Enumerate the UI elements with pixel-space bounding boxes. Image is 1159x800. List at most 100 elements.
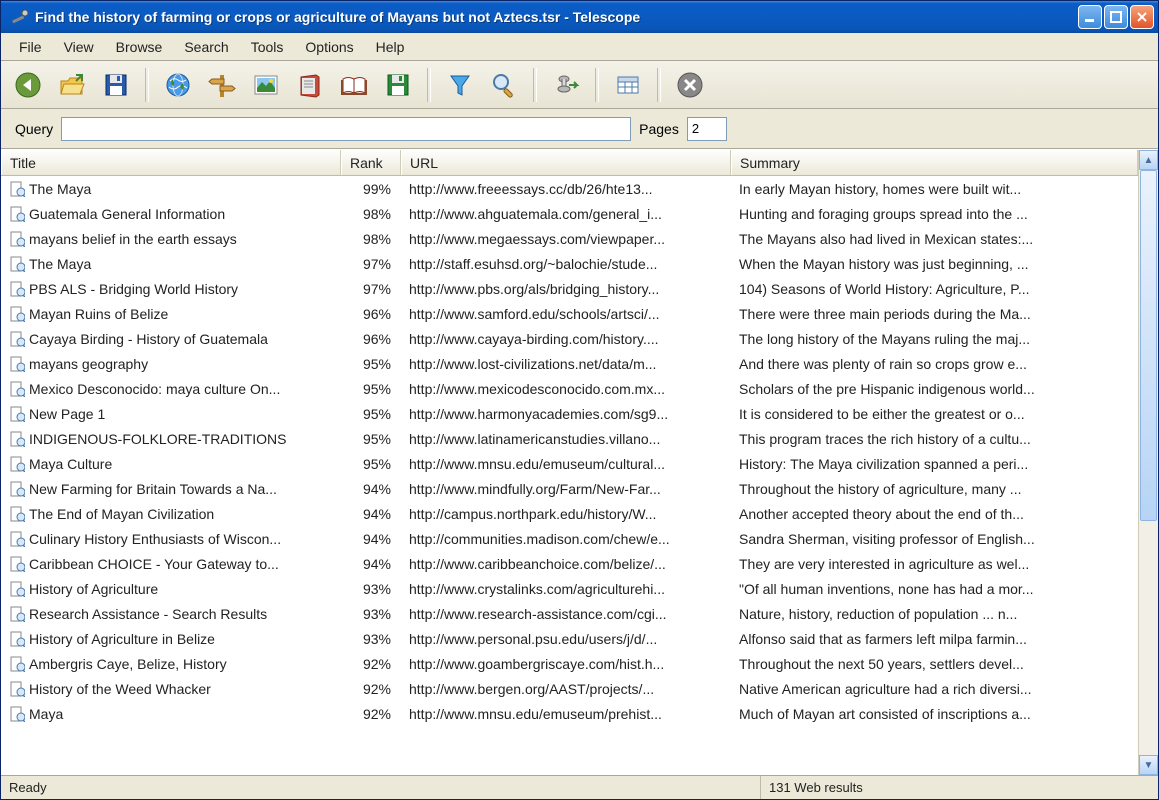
result-row[interactable]: PBS ALS - Bridging World History97%http:… (1, 276, 1138, 301)
pin-icon[interactable] (549, 68, 583, 102)
result-url: http://www.mnsu.edu/emuseum/prehist... (401, 706, 731, 722)
page-icon (9, 206, 25, 222)
result-rank: 93% (341, 606, 401, 622)
result-rank: 95% (341, 406, 401, 422)
scroll-up-button[interactable]: ▲ (1139, 150, 1158, 170)
result-row[interactable]: mayans belief in the earth essays98%http… (1, 226, 1138, 251)
result-title: Caribbean CHOICE - Your Gateway to... (29, 556, 279, 572)
page-icon (9, 256, 25, 272)
page-icon (9, 456, 25, 472)
result-row[interactable]: History of Agriculture in Belize93%http:… (1, 626, 1138, 651)
save-green-icon[interactable] (381, 68, 415, 102)
result-row[interactable]: New Page 1 95%http://www.harmonyacademies… (1, 401, 1138, 426)
result-url: http://www.mnsu.edu/emuseum/cultural... (401, 456, 731, 472)
result-row[interactable]: History of Agriculture93%http://www.crys… (1, 576, 1138, 601)
result-row[interactable]: Mayan Ruins of Belize 96%http://www.samfo… (1, 301, 1138, 326)
maximize-button[interactable] (1104, 5, 1128, 29)
result-row[interactable]: The End of Mayan Civilization94%http://c… (1, 501, 1138, 526)
result-rank: 98% (341, 231, 401, 247)
page-icon (9, 606, 25, 622)
column-rank[interactable]: Rank (341, 150, 401, 175)
result-summary: Nature, history, reduction of population… (731, 606, 1138, 622)
result-row[interactable]: The Maya99%http://www.freeessays.cc/db/2… (1, 176, 1138, 201)
result-url: http://www.cayaya-birding.com/history...… (401, 331, 731, 347)
menu-view[interactable]: View (54, 36, 104, 58)
open-icon[interactable] (55, 68, 89, 102)
result-row[interactable]: Cayaya Birding - History of Guatemala96%… (1, 326, 1138, 351)
magnifier-icon[interactable] (487, 68, 521, 102)
result-title: Ambergris Caye, Belize, History (29, 656, 227, 672)
result-url: http://www.caribbeanchoice.com/belize/..… (401, 556, 731, 572)
result-title: New Page 1 (29, 406, 105, 422)
result-title: Mayan Ruins of Belize (29, 306, 168, 322)
funnel-icon[interactable] (443, 68, 477, 102)
result-row[interactable]: The Maya97%http://staff.esuhsd.org/~balo… (1, 251, 1138, 276)
save-icon[interactable] (99, 68, 133, 102)
result-row[interactable]: Guatemala General Information98%http://w… (1, 201, 1138, 226)
result-row[interactable]: mayans geography95%http://www.lost-civil… (1, 351, 1138, 376)
vertical-scrollbar[interactable]: ▲ ▼ (1138, 150, 1158, 775)
stop-icon[interactable] (673, 68, 707, 102)
menu-options[interactable]: Options (295, 36, 363, 58)
result-rank: 94% (341, 481, 401, 497)
column-url[interactable]: URL (401, 150, 731, 175)
page-icon (9, 231, 25, 247)
result-url: http://www.crystalinks.com/agriculturehi… (401, 581, 731, 597)
result-title: Mexico Desconocido: maya culture On... (29, 381, 280, 397)
result-row[interactable]: Maya92%http://www.mnsu.edu/emuseum/prehi… (1, 701, 1138, 726)
result-row[interactable]: Caribbean CHOICE - Your Gateway to... 94%… (1, 551, 1138, 576)
result-row[interactable]: Ambergris Caye, Belize, History92%http:/… (1, 651, 1138, 676)
result-title: Maya Culture (29, 456, 112, 472)
globe-icon[interactable] (161, 68, 195, 102)
result-url: http://www.research-assistance.com/cgi..… (401, 606, 731, 622)
result-url: http://www.harmonyacademies.com/sg9... (401, 406, 731, 422)
result-summary: Native American agriculture had a rich d… (731, 681, 1138, 697)
result-summary: History: The Maya civilization spanned a… (731, 456, 1138, 472)
scroll-down-button[interactable]: ▼ (1139, 755, 1158, 775)
result-summary: It is considered to be either the greate… (731, 406, 1138, 422)
result-rank: 96% (341, 306, 401, 322)
result-row[interactable]: Culinary History Enthusiasts of Wiscon..… (1, 526, 1138, 551)
result-summary: "Of all human inventions, none has had a… (731, 581, 1138, 597)
status-results: 131 Web results (761, 776, 871, 799)
minimize-button[interactable] (1078, 5, 1102, 29)
menu-file[interactable]: File (9, 36, 52, 58)
pages-input[interactable] (687, 117, 727, 141)
menu-search[interactable]: Search (174, 36, 238, 58)
menu-tools[interactable]: Tools (241, 36, 294, 58)
signpost-icon[interactable] (205, 68, 239, 102)
page-icon (9, 556, 25, 572)
status-bar: Ready 131 Web results (1, 775, 1158, 799)
menu-browse[interactable]: Browse (106, 36, 173, 58)
result-url: http://www.latinamericanstudies.villano.… (401, 431, 731, 447)
result-row[interactable]: Mexico Desconocido: maya culture On...95… (1, 376, 1138, 401)
openbook-icon[interactable] (337, 68, 371, 102)
page-icon (9, 381, 25, 397)
table-icon[interactable] (611, 68, 645, 102)
window-controls (1078, 5, 1154, 29)
result-row[interactable]: History of the Weed Whacker92%http://www… (1, 676, 1138, 701)
result-title: The Maya (29, 256, 91, 272)
picture-icon[interactable] (249, 68, 283, 102)
page-icon (9, 506, 25, 522)
column-title[interactable]: Title (1, 150, 341, 175)
close-button[interactable] (1130, 5, 1154, 29)
result-url: http://www.samford.edu/schools/artsci/..… (401, 306, 731, 322)
result-rank: 94% (341, 556, 401, 572)
back-icon[interactable] (11, 68, 45, 102)
status-ready: Ready (1, 776, 761, 799)
result-row[interactable]: INDIGENOUS-FOLKLORE-TRADITIONS95%http://… (1, 426, 1138, 451)
column-summary[interactable]: Summary (731, 150, 1138, 175)
result-summary: And there was plenty of rain so crops gr… (731, 356, 1138, 372)
menu-help[interactable]: Help (366, 36, 415, 58)
result-row[interactable]: New Farming for Britain Towards a Na...9… (1, 476, 1138, 501)
result-row[interactable]: Maya Culture95%http://www.mnsu.edu/emuse… (1, 451, 1138, 476)
result-url: http://www.goambergriscaye.com/hist.h... (401, 656, 731, 672)
result-url: http://www.pbs.org/als/bridging_history.… (401, 281, 731, 297)
query-input[interactable] (61, 117, 631, 141)
result-summary: The long history of the Mayans ruling th… (731, 331, 1138, 347)
result-row[interactable]: Research Assistance - Search Results93%h… (1, 601, 1138, 626)
book-icon[interactable] (293, 68, 327, 102)
result-rank: 92% (341, 706, 401, 722)
result-title: mayans geography (29, 356, 148, 372)
